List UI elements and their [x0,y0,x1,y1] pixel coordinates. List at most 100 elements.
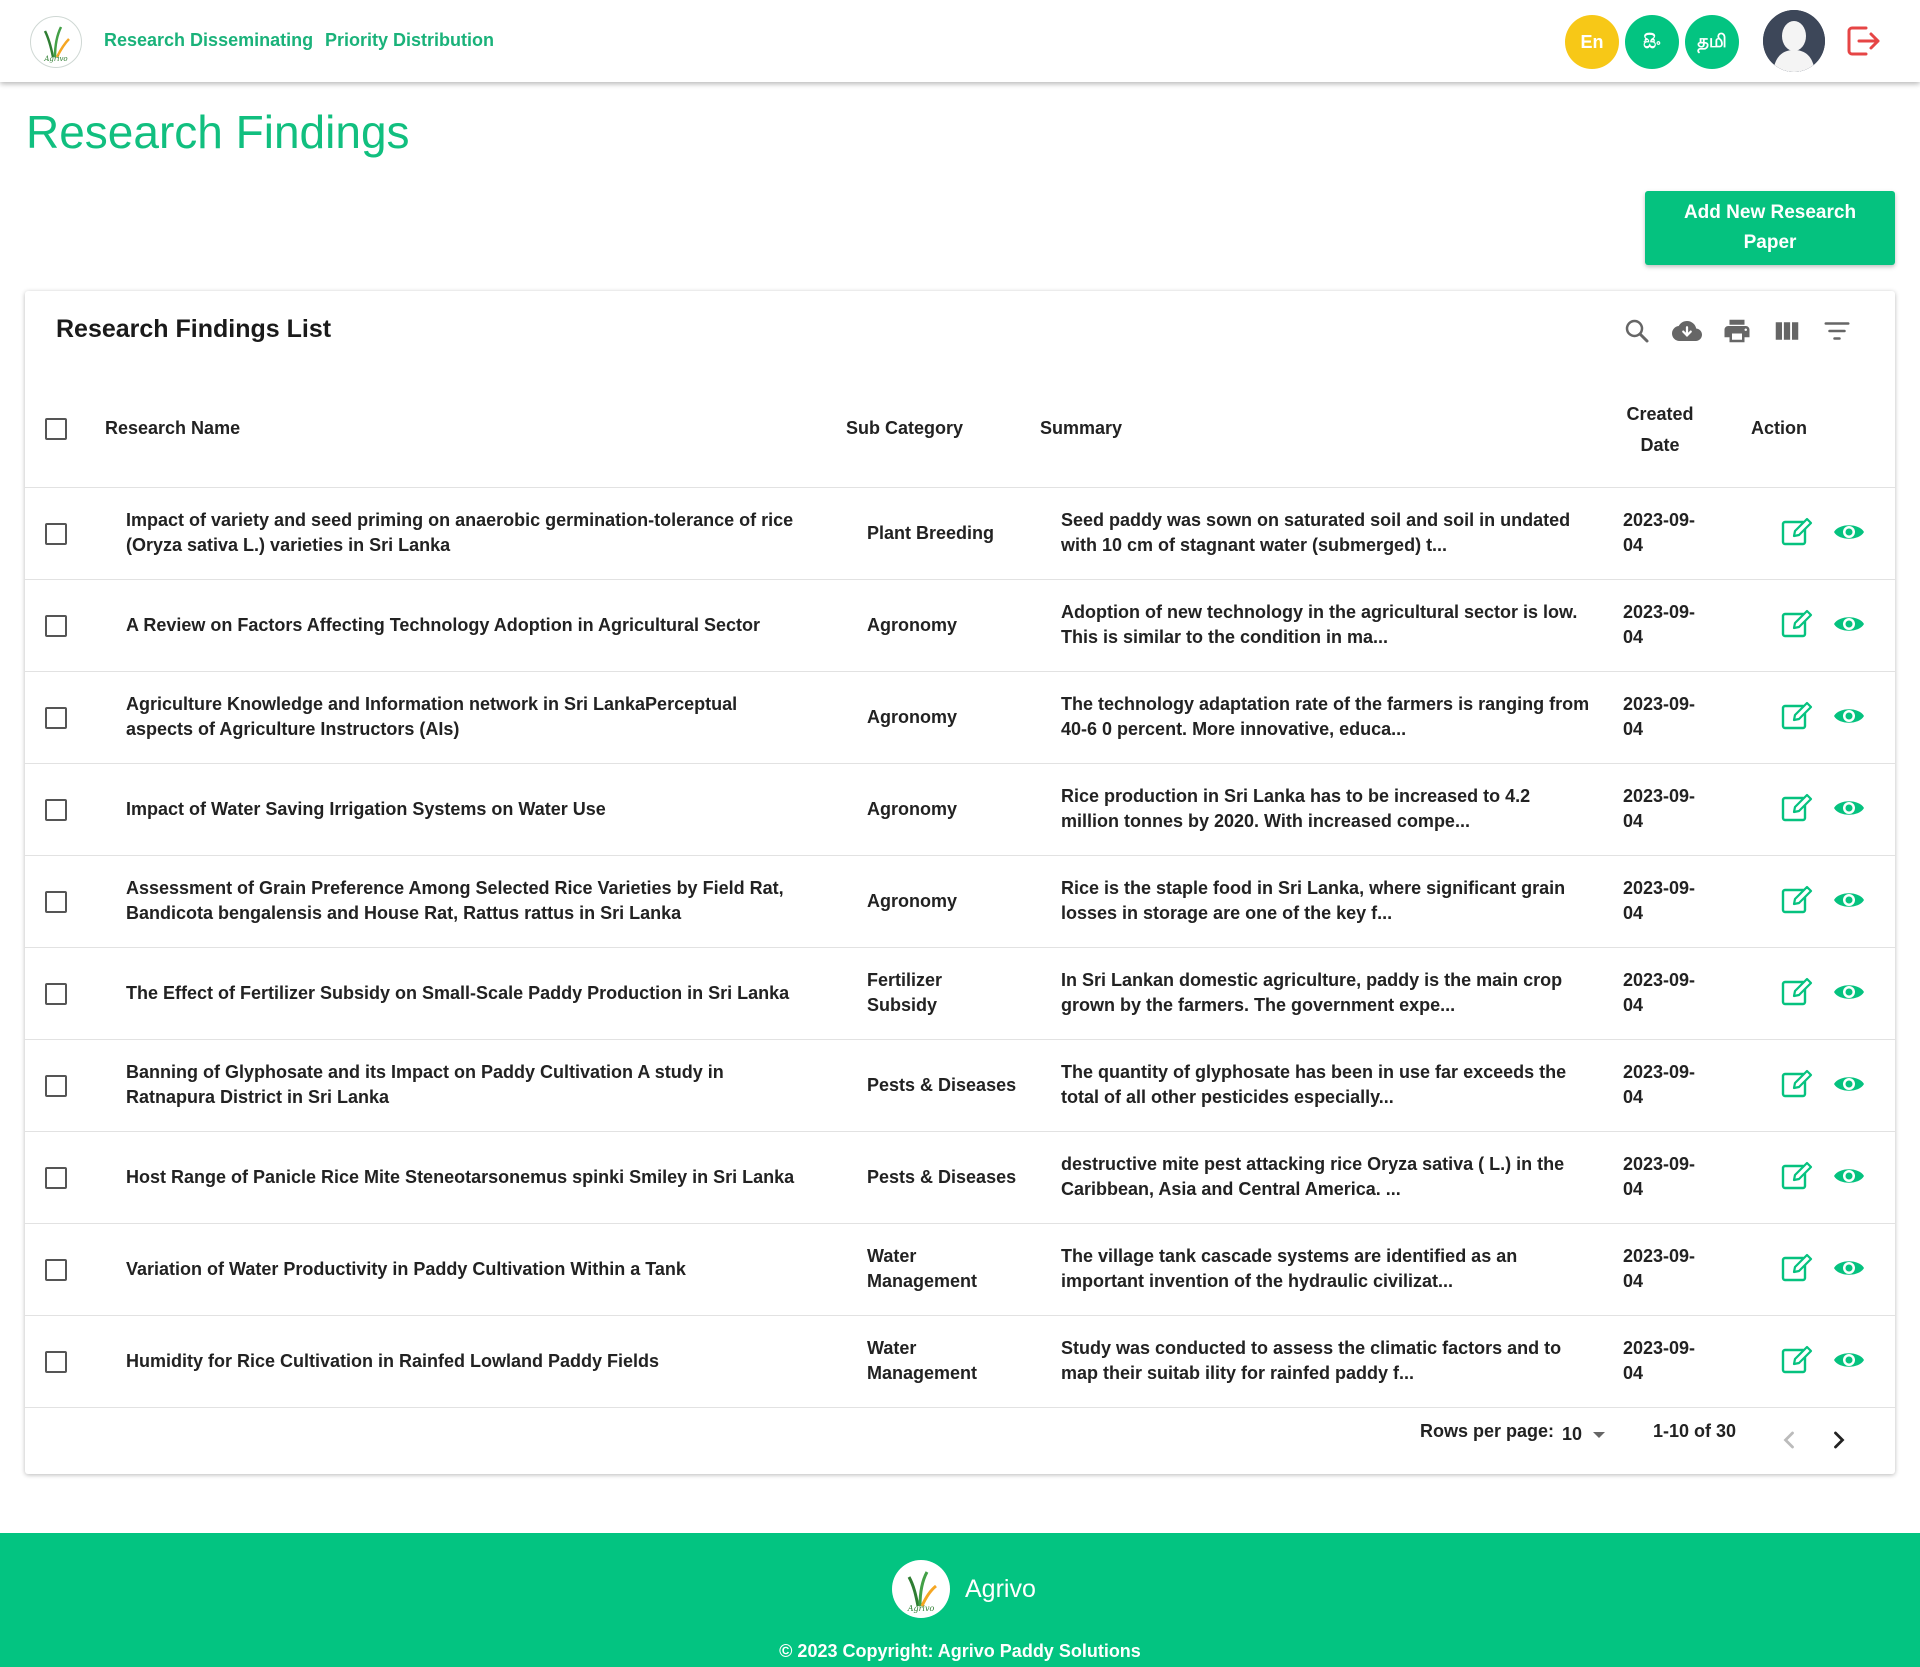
row-checkbox[interactable] [45,983,67,1005]
column-header-created-date[interactable]: Created Date [1615,399,1705,461]
eye-icon[interactable] [1832,607,1866,641]
summary-cell: Seed paddy was sown on saturated soil an… [1061,487,1591,579]
summary-text: Seed paddy was sown on saturated soil an… [1061,510,1571,555]
research-name-cell[interactable]: The Effect of Fertilizer Subsidy on Smal… [126,947,806,1039]
row-checkbox[interactable] [45,1259,67,1281]
add-research-paper-button[interactable]: Add New Research Paper [1645,191,1895,265]
created-date-text: 2023-09-04 [1623,694,1696,739]
research-name-cell[interactable]: Humidity for Rice Cultivation in Rainfed… [126,1315,806,1407]
sub-category-text: Water Management [867,1246,978,1291]
created-date-text: 2023-09-04 [1623,1154,1696,1199]
print-icon[interactable] [1722,316,1752,346]
edit-icon[interactable] [1780,1159,1814,1193]
filter-list-icon[interactable] [1822,316,1852,346]
table-row[interactable]: Assessment of Grain Preference Among Sel… [25,855,1895,947]
research-name-text: Banning of Glyphosate and its Impact on … [126,1062,724,1107]
eye-icon[interactable] [1832,1251,1866,1285]
edit-icon[interactable] [1780,1343,1814,1377]
agrivo-logo[interactable]: Agrivo [30,16,82,68]
table-row[interactable]: Agriculture Knowledge and Information ne… [25,671,1895,763]
created-date-cell: 2023-09-04 [1623,579,1715,671]
column-header-research-name[interactable]: Research Name [105,418,240,439]
research-name-cell[interactable]: Impact of variety and seed priming on an… [126,487,806,579]
edit-icon[interactable] [1780,515,1814,549]
table-row[interactable]: A Review on Factors Affecting Technology… [25,579,1895,671]
language-tamil-button[interactable]: தமி [1685,15,1739,69]
row-checkbox[interactable] [45,1167,67,1189]
sub-category-text: Pests & Diseases [867,1074,1017,1095]
eye-icon[interactable] [1832,975,1866,1009]
summary-text: Rice production in Sri Lanka has to be i… [1061,786,1531,831]
edit-icon[interactable] [1780,607,1814,641]
research-name-cell[interactable]: Impact of Water Saving Irrigation System… [126,763,806,855]
created-date-text: 2023-09-04 [1623,878,1696,923]
eye-icon[interactable] [1832,883,1866,917]
rows-per-page-select[interactable]: 10 [1562,1424,1606,1445]
search-icon[interactable] [1622,316,1652,346]
language-english-button[interactable]: En [1565,15,1619,69]
column-header-sub-category[interactable]: Sub Category [846,418,963,439]
summary-text: Adoption of new technology in the agricu… [1061,602,1578,647]
sub-category-cell: Agronomy [867,671,1017,763]
row-divider [25,1407,1895,1408]
eye-icon[interactable] [1832,1343,1866,1377]
rows-per-page-value: 10 [1562,1424,1583,1444]
logout-icon[interactable] [1842,20,1884,62]
research-name-cell[interactable]: Assessment of Grain Preference Among Sel… [126,855,806,947]
research-name-cell[interactable]: Agriculture Knowledge and Information ne… [126,671,806,763]
column-header-summary[interactable]: Summary [1040,418,1122,439]
edit-icon[interactable] [1780,699,1814,733]
eye-icon[interactable] [1832,699,1866,733]
row-checkbox[interactable] [45,615,67,637]
view-column-icon[interactable] [1772,316,1802,346]
table-row[interactable]: Impact of variety and seed priming on an… [25,487,1895,579]
eye-icon[interactable] [1832,1067,1866,1101]
nav-research-disseminating[interactable]: Research Disseminating [104,30,313,51]
sub-category-cell: Pests & Diseases [867,1131,1017,1223]
research-name-cell[interactable]: Host Range of Panicle Rice Mite Steneota… [126,1131,806,1223]
language-sinhala-button[interactable]: සිං [1625,15,1679,69]
eye-icon[interactable] [1832,1159,1866,1193]
table-row[interactable]: Impact of Water Saving Irrigation System… [25,763,1895,855]
footer-brand: Agrivo [965,1575,1036,1603]
summary-cell: Adoption of new technology in the agricu… [1061,579,1591,671]
footer-logo[interactable]: Agrivo [892,1560,950,1618]
summary-text: destructive mite pest attacking rice Ory… [1061,1154,1565,1199]
row-checkbox[interactable] [45,523,67,545]
table-row[interactable]: Banning of Glyphosate and its Impact on … [25,1039,1895,1131]
nav-priority-distribution[interactable]: Priority Distribution [325,30,494,51]
table-row[interactable]: Humidity for Rice Cultivation in Rainfed… [25,1315,1895,1407]
table-title: Research Findings List [56,315,332,343]
cloud-download-icon[interactable] [1672,316,1702,346]
row-checkbox[interactable] [45,707,67,729]
select-all-checkbox[interactable] [45,418,67,440]
sub-category-cell: Fertilizer Subsidy [867,947,1017,1039]
row-checkbox[interactable] [45,1351,67,1373]
created-date-cell: 2023-09-04 [1623,487,1715,579]
edit-icon[interactable] [1780,975,1814,1009]
created-date-text: 2023-09-04 [1623,510,1696,555]
chevron-left-icon[interactable] [1775,1426,1803,1454]
research-name-cell[interactable]: Variation of Water Productivity in Paddy… [126,1223,806,1315]
summary-text: The village tank cascade systems are ide… [1061,1246,1518,1291]
edit-icon[interactable] [1780,883,1814,917]
eye-icon[interactable] [1832,791,1866,825]
chevron-right-icon[interactable] [1825,1426,1853,1454]
table-row[interactable]: The Effect of Fertilizer Subsidy on Smal… [25,947,1895,1039]
research-name-text: A Review on Factors Affecting Technology… [126,614,761,635]
table-row[interactable]: Host Range of Panicle Rice Mite Steneota… [25,1131,1895,1223]
row-checkbox[interactable] [45,891,67,913]
table-row[interactable]: Variation of Water Productivity in Paddy… [25,1223,1895,1315]
research-name-cell[interactable]: Banning of Glyphosate and its Impact on … [126,1039,806,1131]
created-date-text: 2023-09-04 [1623,602,1696,647]
row-checkbox[interactable] [45,1075,67,1097]
eye-icon[interactable] [1832,515,1866,549]
edit-icon[interactable] [1780,1067,1814,1101]
created-date-cell: 2023-09-04 [1623,1315,1715,1407]
row-checkbox[interactable] [45,799,67,821]
column-header-action: Action [1751,418,1807,438]
edit-icon[interactable] [1780,1251,1814,1285]
user-avatar[interactable] [1763,10,1825,72]
edit-icon[interactable] [1780,791,1814,825]
research-name-cell[interactable]: A Review on Factors Affecting Technology… [126,579,806,671]
